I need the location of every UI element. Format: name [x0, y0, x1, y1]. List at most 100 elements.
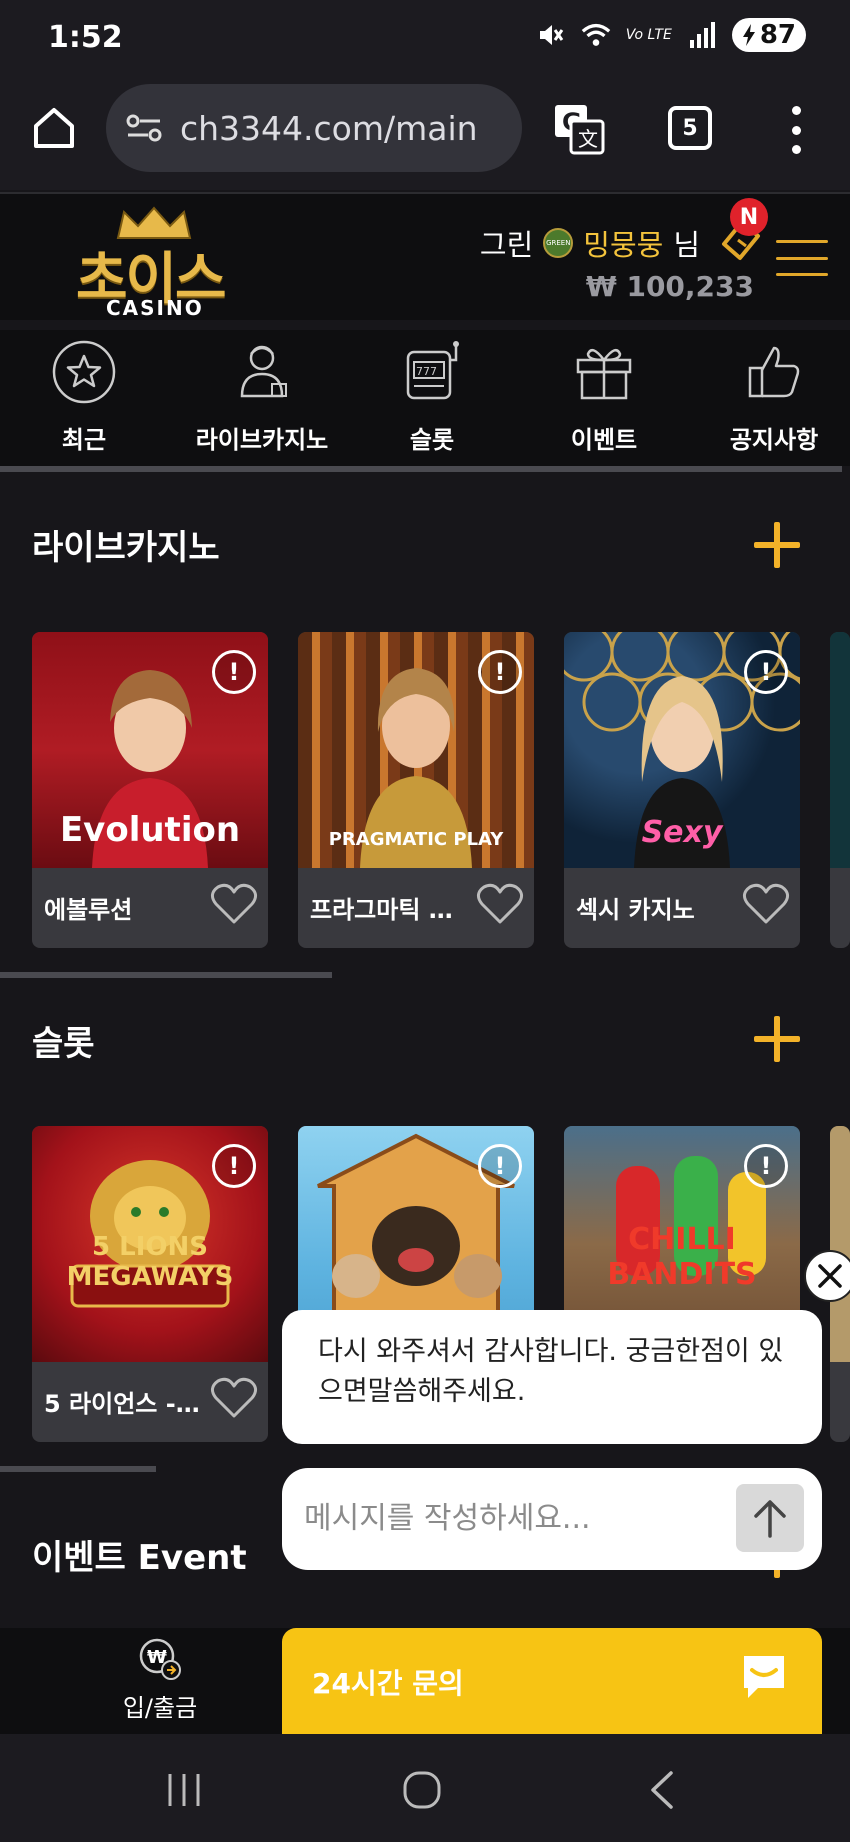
home-button[interactable] — [30, 104, 78, 152]
home-circle-icon — [403, 1771, 441, 1809]
notification-badge: N — [730, 198, 768, 236]
game-thumbnail: PRAGMATIC PLAY ! — [298, 632, 534, 868]
heart-icon — [477, 883, 523, 924]
category-recent[interactable]: 최근 — [4, 338, 164, 455]
system-nav-bar — [0, 1734, 850, 1842]
game-name: 에볼루션 — [44, 896, 133, 924]
heart-icon — [211, 883, 257, 924]
site-header: 초이스 CASINO 그린 GREEN 밍뭉뭉 님 ₩ 100,233 N — [0, 192, 850, 320]
user-info: 그린 GREEN 밍뭉뭉 님 — [480, 222, 700, 264]
category-notices[interactable]: 공지사항 — [694, 338, 850, 455]
home-icon — [34, 108, 74, 148]
arrow-up-icon — [754, 1500, 786, 1538]
close-icon — [818, 1264, 842, 1288]
chat-bubble-icon — [744, 1656, 784, 1698]
status-time: 1:52 — [48, 20, 123, 55]
svg-text:777: 777 — [416, 365, 437, 378]
status-icons: Vo LTE 87 — [534, 18, 806, 52]
chat-message: 다시 와주셔서 감사합니다. 궁금한점이 있으면말씀해주세요. — [282, 1310, 822, 1444]
honorific: 님 — [673, 228, 700, 262]
game-info-button[interactable]: ! — [478, 1144, 522, 1188]
chat-close-button[interactable] — [804, 1250, 850, 1302]
events-title: 이벤트 Event — [32, 1538, 247, 1578]
game-info-button[interactable]: ! — [212, 1144, 256, 1188]
provider-brand: Sexy — [641, 815, 723, 850]
live-casino-title: 라이브카지노 — [32, 528, 220, 568]
svg-text:文: 文 — [578, 127, 598, 151]
deposit-withdraw-button[interactable]: ₩ 입/출금 — [90, 1636, 230, 1723]
game-name: 프라그마틱 … — [310, 896, 453, 924]
category-nav: 최근 라이브카지노 777 슬롯 이벤트 공지사항 — [0, 330, 850, 466]
slot-machine-icon: 777 — [406, 341, 459, 400]
grade-label: 그린 — [479, 228, 534, 262]
slot-card-5-lions[interactable]: 5 LIONS MEGAWAYS ! 5 라이언스 - … — [32, 1126, 268, 1442]
live-casino-scroll-indicator — [0, 972, 332, 978]
back-button[interactable] — [632, 1762, 692, 1818]
back-icon — [651, 1771, 673, 1809]
signal-icon — [686, 19, 718, 51]
favorite-button[interactable] — [742, 882, 790, 926]
translate-button[interactable]: G文 — [552, 102, 606, 156]
game-name: 섹시 카지노 — [576, 896, 695, 924]
game-info-button[interactable]: ! — [212, 650, 256, 694]
provider-brand: PRAGMATIC PLAY — [328, 829, 504, 850]
category-label: 슬롯 — [409, 426, 455, 454]
bottom-bar: ₩ 입/출금 24시간 문의 — [0, 1628, 850, 1734]
game-info-button[interactable]: ! — [744, 1144, 788, 1188]
slots-more-button[interactable] — [754, 1016, 800, 1062]
game-card-pragmatic[interactable]: PRAGMATIC PLAY ! 프라그마틱 … — [298, 632, 534, 948]
live-casino-more-button[interactable] — [754, 522, 800, 568]
support-label: 24시간 문의 — [312, 1667, 464, 1700]
battery-level: 87 — [759, 20, 796, 50]
game-thumbnail — [830, 632, 850, 868]
support-24h-button[interactable]: 24시간 문의 — [282, 1628, 822, 1734]
favorite-button[interactable] — [210, 1376, 258, 1420]
game-thumbnail — [830, 1126, 850, 1362]
address-bar[interactable]: ch3344.com/main — [106, 84, 522, 172]
heart-icon — [211, 1377, 257, 1418]
category-label: 라이브카지노 — [195, 426, 329, 454]
game-thumbnail: 5 LIONS MEGAWAYS ! — [32, 1126, 268, 1362]
game-name: 5 라이언스 - … — [44, 1390, 204, 1418]
chat-message-input[interactable] — [304, 1490, 704, 1546]
site-settings-icon[interactable] — [126, 113, 162, 143]
category-label: 공지사항 — [729, 426, 819, 454]
game-card-evolution[interactable]: Evolution ! 에볼루션 — [32, 632, 268, 948]
charging-icon — [742, 24, 755, 46]
game-info-button[interactable]: ! — [478, 650, 522, 694]
tab-switcher-button[interactable]: 5 — [668, 106, 712, 150]
dealer-icon — [240, 345, 287, 398]
logo-subtitle: CASINO — [106, 296, 204, 320]
game-thumbnail: Evolution ! — [32, 632, 268, 868]
browser-toolbar: ch3344.com/main G文 5 — [0, 78, 850, 190]
browser-menu-button[interactable] — [784, 106, 808, 154]
translate-icon: G文 — [555, 105, 605, 155]
recents-button[interactable] — [154, 1762, 214, 1818]
category-label: 최근 — [61, 426, 107, 454]
heart-icon — [743, 883, 789, 924]
provider-brand: Evolution — [59, 810, 241, 850]
home-nav-button[interactable] — [392, 1762, 452, 1818]
deposit-withdraw-label: 입/출금 — [122, 1694, 198, 1722]
casino-logo[interactable]: 초이스 CASINO — [76, 206, 236, 320]
gift-icon — [576, 348, 632, 400]
category-live-casino[interactable]: 라이브카지노 — [182, 338, 342, 455]
volte-label: Vo LTE — [625, 27, 672, 43]
won-exchange-icon: ₩ — [139, 1638, 181, 1680]
favorite-button[interactable] — [476, 882, 524, 926]
site-menu-button[interactable] — [776, 240, 828, 276]
wifi-icon — [580, 19, 612, 51]
game-card-partial[interactable] — [830, 632, 850, 948]
recents-icon — [168, 1774, 200, 1806]
game-card-sexy[interactable]: Sexy ! 섹시 카지노 — [564, 632, 800, 948]
category-label: 이벤트 — [570, 426, 638, 454]
category-slots[interactable]: 777 슬롯 — [352, 338, 512, 455]
balance: ₩ 100,233 — [585, 270, 754, 303]
mute-icon — [534, 19, 566, 51]
game-info-button[interactable]: ! — [744, 650, 788, 694]
chat-send-button[interactable] — [736, 1484, 804, 1552]
thumbs-up-icon — [748, 346, 800, 398]
category-events[interactable]: 이벤트 — [524, 338, 684, 455]
slots-scroll-indicator — [0, 1466, 156, 1472]
favorite-button[interactable] — [210, 882, 258, 926]
